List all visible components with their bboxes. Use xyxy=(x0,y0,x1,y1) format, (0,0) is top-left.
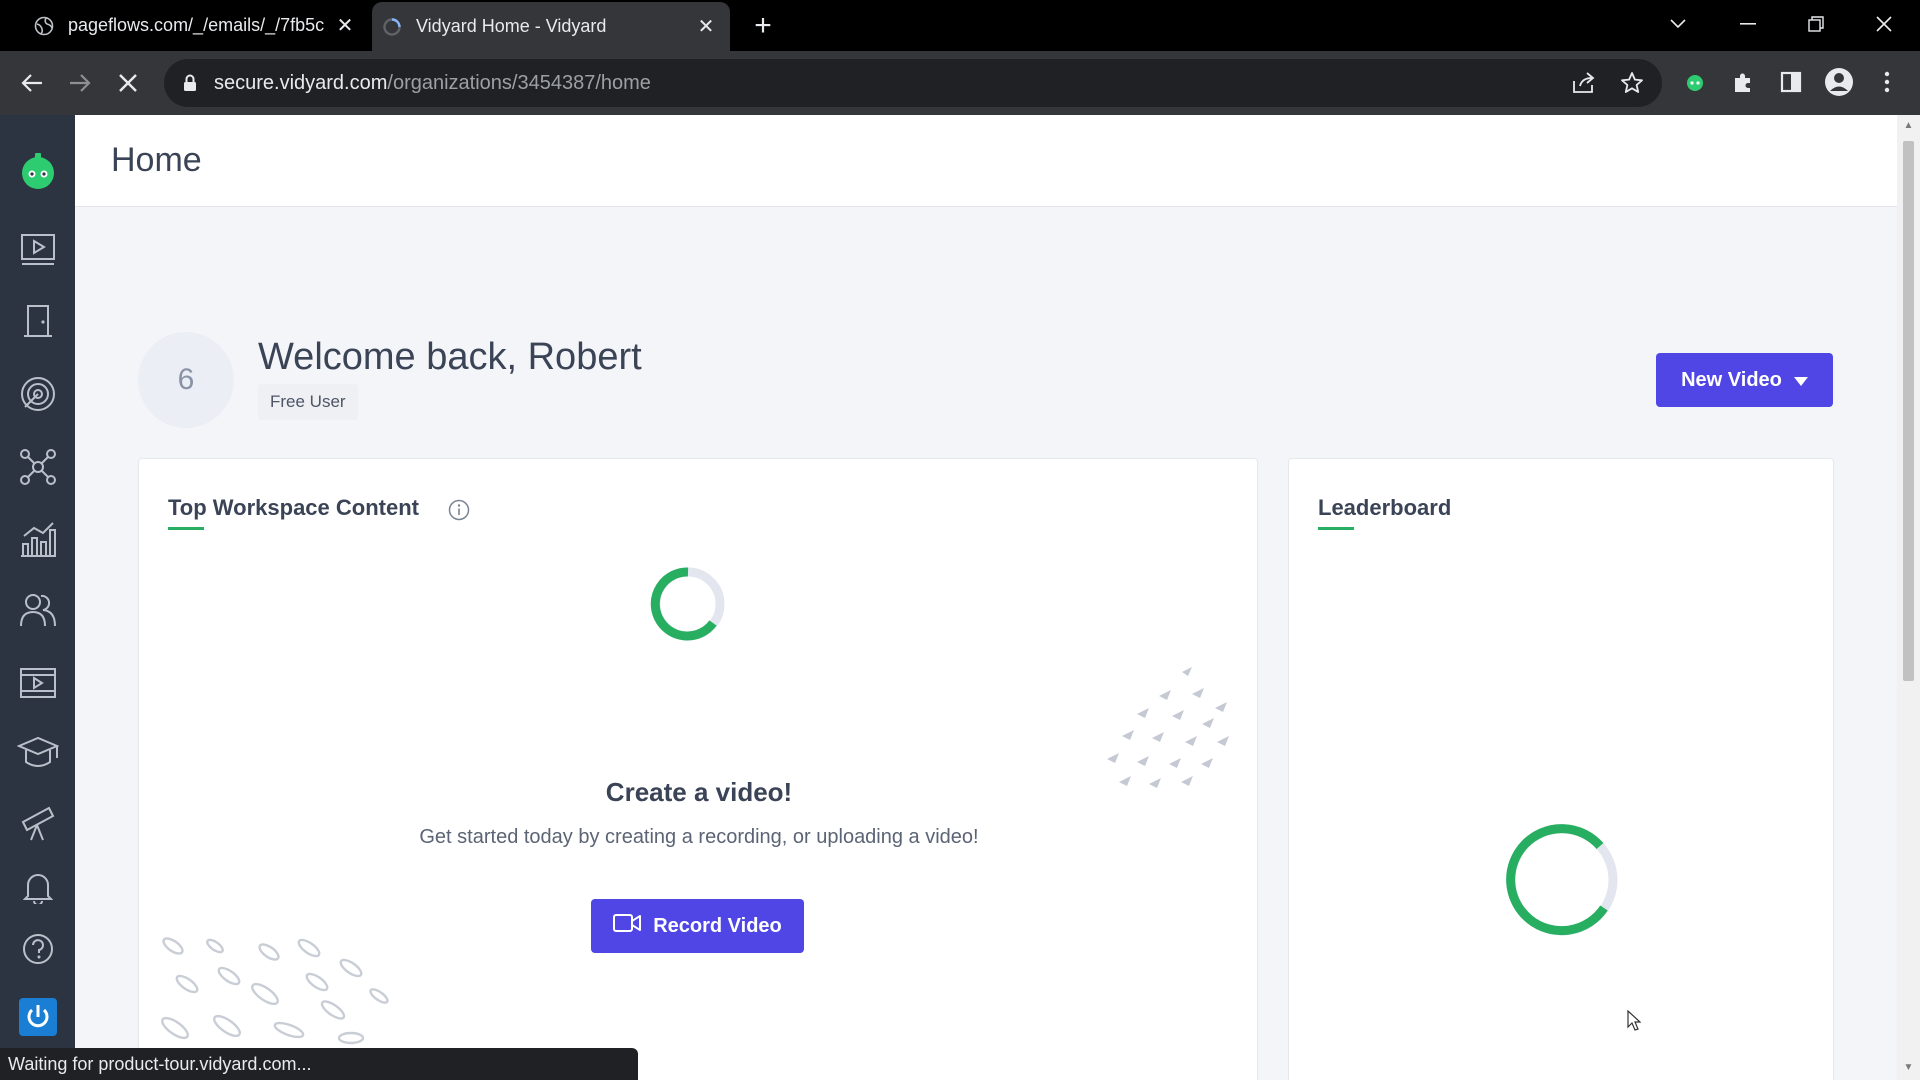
browser-toolbar: secure.vidyard.com/organizations/3454387… xyxy=(0,51,1920,115)
new-tab-button[interactable]: + xyxy=(746,9,780,42)
leaderboard-card: Leaderboard xyxy=(1288,458,1834,1080)
welcome-heading: Welcome back, Robert xyxy=(258,336,642,378)
record-video-button[interactable]: Record Video xyxy=(591,899,804,953)
caret-down-icon xyxy=(1793,369,1808,392)
forward-icon[interactable] xyxy=(62,65,98,101)
close-tab-icon[interactable]: ✕ xyxy=(694,15,718,39)
target-icon[interactable] xyxy=(16,372,60,416)
scroll-down-icon[interactable]: ▼ xyxy=(1902,1061,1915,1074)
help-icon[interactable] xyxy=(16,927,60,971)
globe-icon xyxy=(34,16,54,36)
address-bar[interactable]: secure.vidyard.com/organizations/3454387… xyxy=(164,59,1662,107)
tab-search-icon[interactable] xyxy=(1660,8,1696,40)
video-camera-icon xyxy=(613,913,642,939)
user-plan-badge: Free User xyxy=(258,384,358,420)
telescope-icon[interactable] xyxy=(16,801,60,845)
card-title-underline xyxy=(168,527,204,530)
info-icon[interactable] xyxy=(448,499,470,521)
tab-title: Vidyard Home - Vidyard xyxy=(416,16,607,36)
tab-vidyard-home[interactable]: Vidyard Home - Vidyard ✕ xyxy=(372,2,730,51)
loading-spinner-icon xyxy=(649,565,727,643)
profile-avatar-icon[interactable] xyxy=(1822,65,1856,99)
url-text: secure.vidyard.com/organizations/3454387… xyxy=(214,72,651,95)
page-header: Home xyxy=(75,115,1897,207)
loading-spinner-icon xyxy=(382,17,402,37)
tab-pageflows[interactable]: pageflows.com/_/emails/_/7fb5c ✕ xyxy=(24,0,369,51)
network-icon[interactable] xyxy=(16,445,60,489)
top-workspace-content-card: Top Workspace Content Create a video! Ge… xyxy=(138,458,1258,1080)
vidyard-extension-icon[interactable] xyxy=(1678,65,1712,99)
card-title: Top Workspace Content xyxy=(168,495,419,520)
page-title: Home xyxy=(111,141,202,179)
browser-status-bar: Waiting for product-tour.vidyard.com... xyxy=(0,1048,638,1080)
bar-chart-icon[interactable] xyxy=(16,517,60,561)
bookmark-star-icon[interactable] xyxy=(1618,69,1646,97)
share-icon[interactable] xyxy=(1570,69,1598,97)
bell-icon[interactable] xyxy=(16,865,60,909)
new-video-button[interactable]: New Video xyxy=(1656,353,1833,407)
close-tab-icon[interactable]: ✕ xyxy=(333,14,357,38)
close-window-icon[interactable] xyxy=(1866,8,1902,40)
power-icon[interactable] xyxy=(16,995,60,1039)
side-panel-icon[interactable] xyxy=(1774,65,1808,99)
users-icon[interactable] xyxy=(16,588,60,632)
empty-state-title: Create a video! xyxy=(605,777,793,807)
url-path: /organizations/3454387/home xyxy=(387,71,651,94)
page-scrollbar[interactable]: ▲ ▼ xyxy=(1897,115,1920,1080)
record-video-label: Record Video xyxy=(653,914,782,937)
card-title: Leaderboard xyxy=(1318,495,1452,520)
card-title-underline xyxy=(1318,527,1354,530)
scroll-up-icon[interactable]: ▲ xyxy=(1902,119,1915,132)
lock-icon xyxy=(180,74,200,92)
minimize-icon[interactable] xyxy=(1730,8,1766,40)
video-library-icon[interactable] xyxy=(16,228,60,272)
app-sidebar xyxy=(0,115,75,1080)
door-icon[interactable] xyxy=(16,299,60,343)
graduation-cap-icon[interactable] xyxy=(16,731,60,775)
scroll-thumb[interactable] xyxy=(1903,141,1914,681)
video-player-icon[interactable] xyxy=(16,661,60,705)
empty-state-description: Get started today by creating a recordin… xyxy=(419,826,979,848)
extensions-puzzle-icon[interactable] xyxy=(1726,65,1760,99)
loading-spinner-icon xyxy=(1504,822,1620,938)
tab-title: pageflows.com/_/emails/_/7fb5c xyxy=(68,15,325,35)
browser-tab-bar: pageflows.com/_/emails/_/7fb5c ✕ Vidyard… xyxy=(0,0,1920,51)
back-icon[interactable] xyxy=(14,65,50,101)
decorative-arrows-pattern xyxy=(1097,664,1241,794)
restore-icon[interactable] xyxy=(1798,8,1834,40)
stop-loading-icon[interactable] xyxy=(110,65,146,101)
vidyard-bot-logo-icon[interactable] xyxy=(16,149,60,193)
avatar[interactable]: 6 xyxy=(138,332,234,428)
url-host: secure.vidyard.com xyxy=(214,71,388,94)
mouse-cursor-icon xyxy=(1627,1009,1642,1032)
browser-menu-icon[interactable] xyxy=(1870,65,1904,99)
new-video-label: New Video xyxy=(1681,368,1782,391)
